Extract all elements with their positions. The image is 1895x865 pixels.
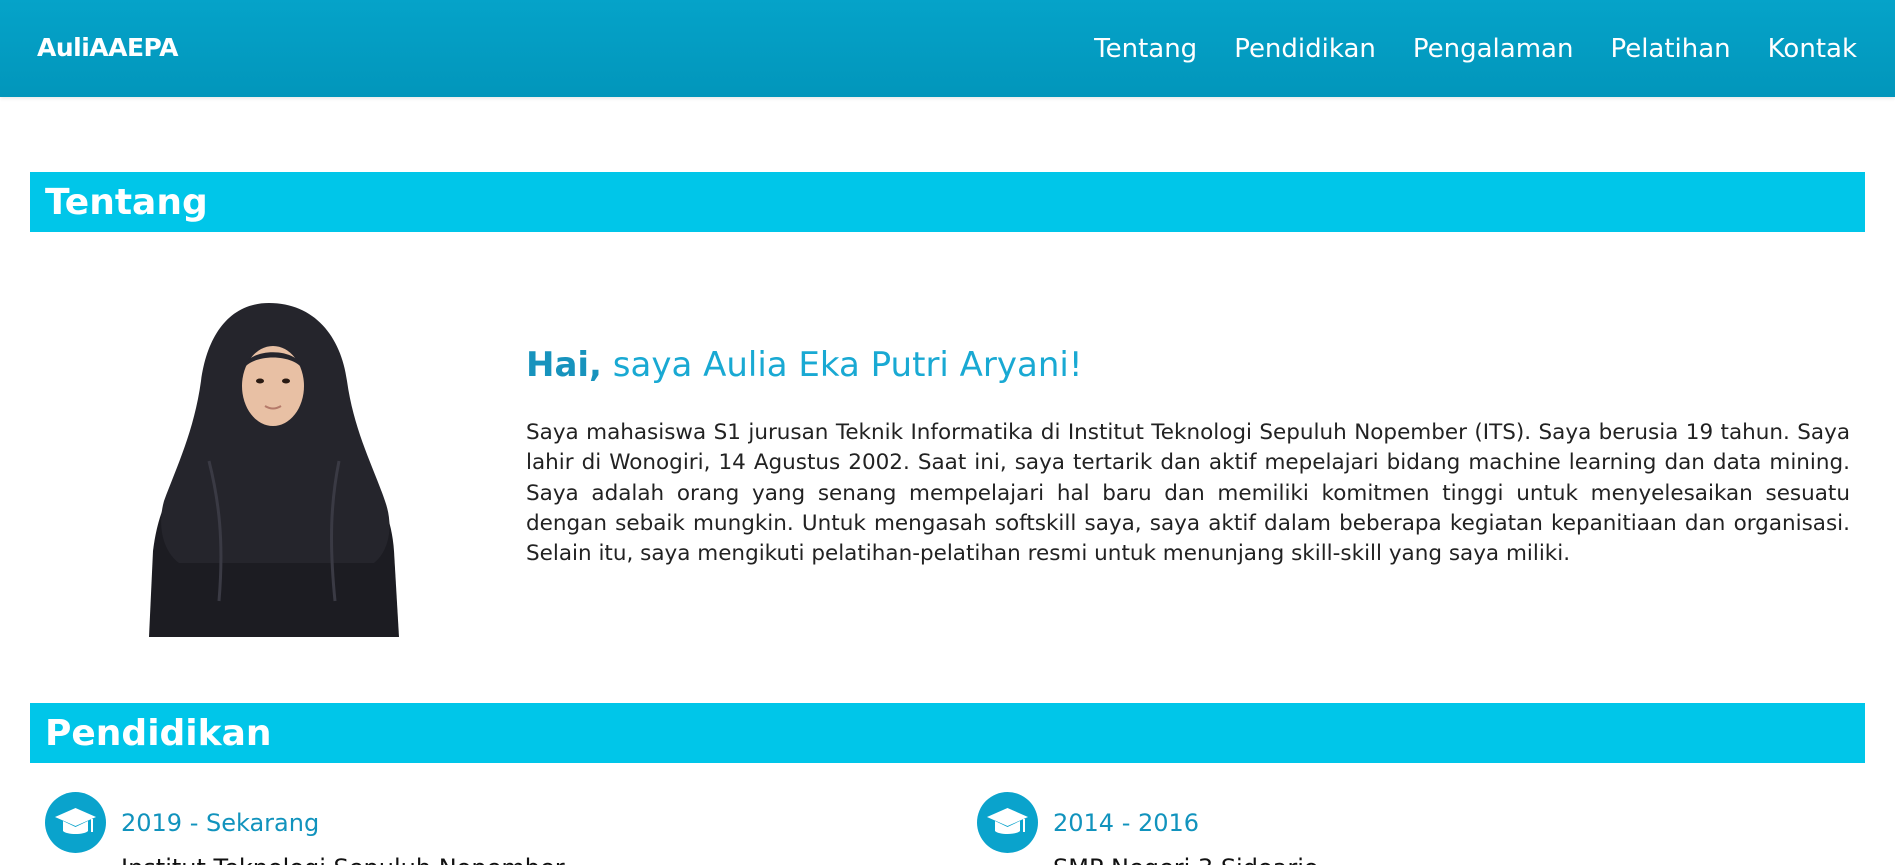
navbar: AuliAAEPA Tentang Pendidikan Pengalaman … [0, 0, 1895, 97]
greeting-name: saya Aulia Eka Putri Aryani! [612, 345, 1083, 385]
education-school: Institut Teknologi Sepuluh Nopember [121, 854, 565, 865]
about-paragraph: Saya mahasiswa S1 jurusan Teknik Informa… [526, 420, 1850, 567]
profile-photo [149, 301, 401, 637]
brand-logo[interactable]: AuliAAEPA [37, 33, 178, 62]
section-title-pendidikan: Pendidikan [45, 713, 272, 754]
education-period: 2019 - Sekarang [121, 809, 320, 837]
education-period: 2014 - 2016 [1053, 809, 1200, 837]
section-header-tentang: Tentang [30, 172, 1865, 232]
nav-links: Tentang Pendidikan Pengalaman Pelatihan … [1057, 34, 1857, 64]
nav-link-pengalaman[interactable]: Pengalaman [1413, 34, 1574, 64]
nav-link-pendidikan[interactable]: Pendidikan [1234, 34, 1376, 64]
section-header-pendidikan: Pendidikan [30, 703, 1865, 763]
education-school: SMP Negeri 3 Sidoarjo [1053, 854, 1319, 865]
graduation-cap-icon [977, 792, 1038, 853]
nav-link-tentang[interactable]: Tentang [1094, 34, 1197, 64]
nav-link-kontak[interactable]: Kontak [1768, 34, 1857, 64]
greeting-heading: Hai, saya Aulia Eka Putri Aryani! [526, 345, 1083, 385]
greeting-prefix: Hai, [526, 345, 602, 385]
nav-link-pelatihan[interactable]: Pelatihan [1610, 34, 1730, 64]
section-title-tentang: Tentang [45, 182, 208, 223]
graduation-cap-icon [45, 792, 106, 853]
